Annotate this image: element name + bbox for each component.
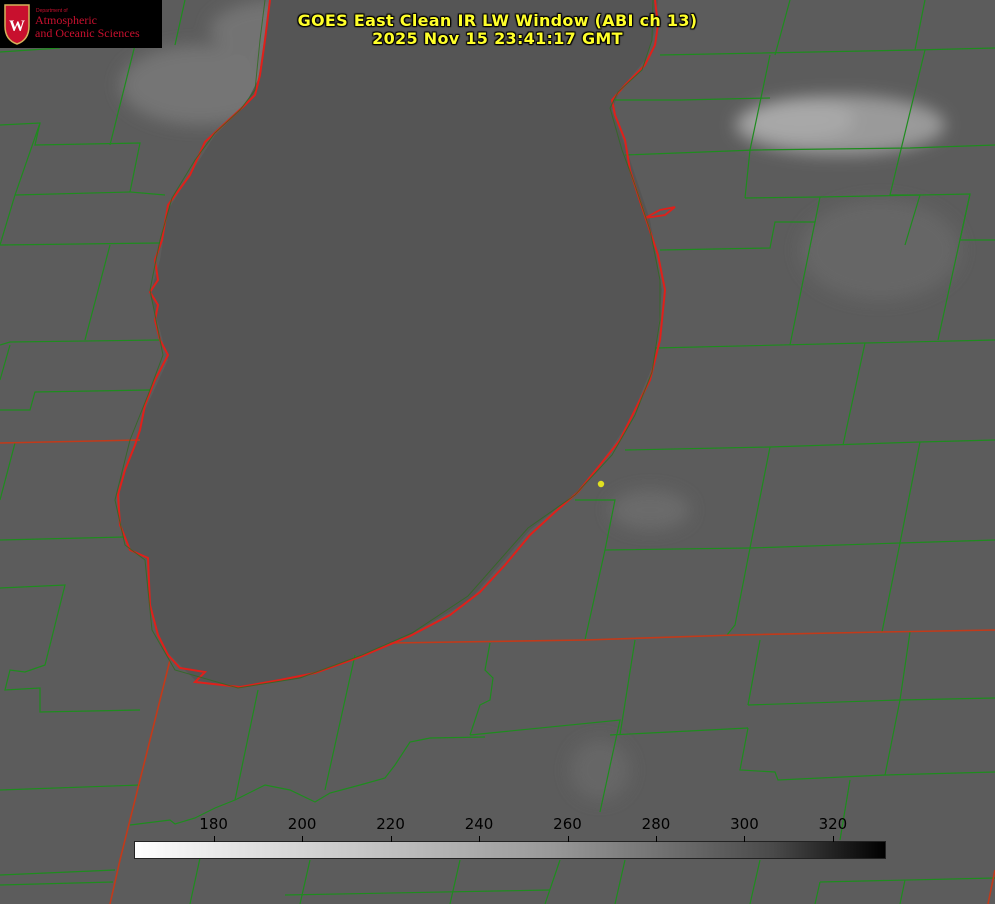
location-marker [597,480,605,488]
colorbar-tick [302,836,304,842]
colorbar-tick-label: 220 [376,815,405,833]
colorbar-tick [213,836,215,842]
colorbar-tick [567,836,569,842]
colorbar-tick-label: 320 [818,815,848,833]
colorbar [134,841,886,859]
image-timestamp: 2025 Nov 15 23:41:17 GMT [372,29,623,48]
image-title: GOES East Clean IR LW Window (ABI ch 13) [297,11,698,30]
colorbar-tick [655,836,657,842]
colorbar-tick [479,836,481,842]
colorbar-tick-label: 300 [730,815,759,833]
colorbar-tick [390,836,392,842]
colorbar-tick-label: 200 [287,815,317,833]
colorbar-tick-label: 280 [641,815,671,833]
colorbar-tick-label: 240 [464,815,494,833]
colorbar-tick-label: 180 [199,815,228,833]
satellite-map [0,0,995,904]
colorbar-tick-label: 260 [553,815,582,833]
colorbar-tick [744,836,746,842]
colorbar-tick [832,836,834,842]
